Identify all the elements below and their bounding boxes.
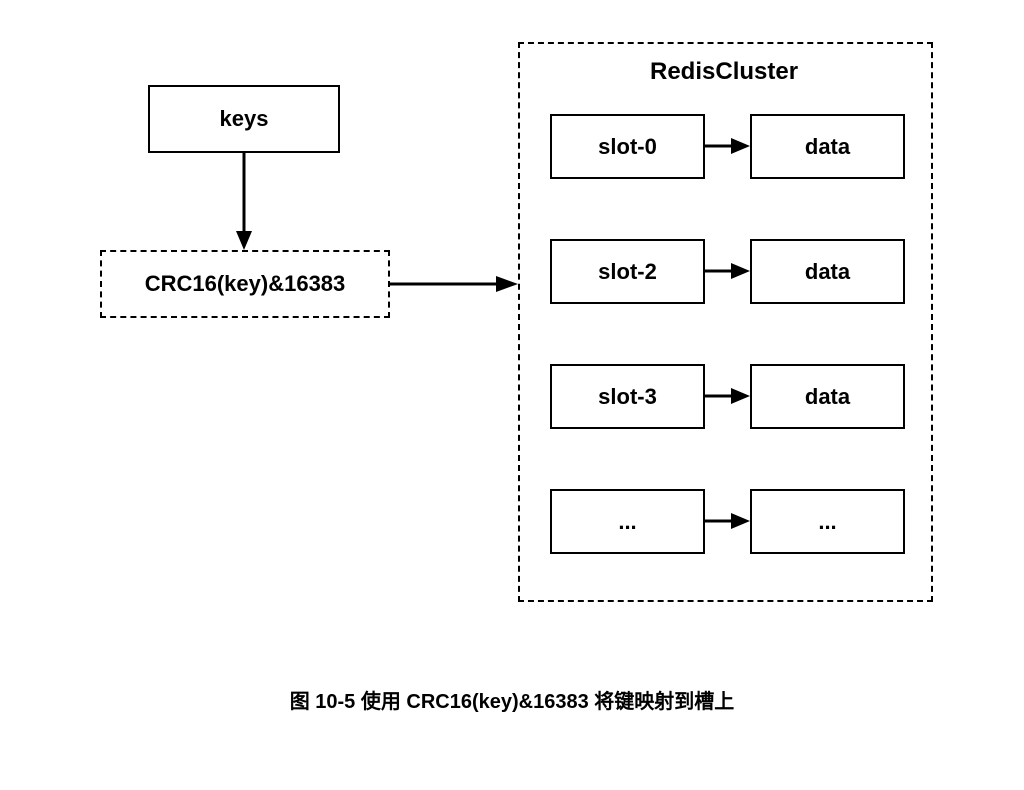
data-box-1: data: [750, 239, 905, 304]
slot-box-3: ...: [550, 489, 705, 554]
cluster-title: RedisCluster: [650, 58, 798, 86]
slot-label-2: slot-3: [598, 384, 657, 410]
keys-label: keys: [220, 106, 269, 132]
hash-box: CRC16(key)&16383: [100, 250, 390, 318]
figure-caption: 图 10-5 使用 CRC16(key)&16383 将键映射到槽上: [0, 685, 1024, 714]
data-box-2: data: [750, 364, 905, 429]
slot-label-1: slot-2: [598, 259, 657, 285]
data-label-3: ...: [818, 509, 836, 535]
slot-box-1: slot-2: [550, 239, 705, 304]
arrow-slot-3: [705, 521, 750, 523]
cluster-container: RedisCluster slot-0 data slot-2 data slo…: [518, 42, 933, 602]
arrow-slot-1: [705, 271, 750, 273]
slot-box-2: slot-3: [550, 364, 705, 429]
arrow-slot-0: [705, 146, 750, 148]
arrow-keys-to-hash: [244, 153, 246, 250]
slot-box-0: slot-0: [550, 114, 705, 179]
keys-box: keys: [148, 85, 340, 153]
data-label-1: data: [805, 259, 850, 285]
data-box-0: data: [750, 114, 905, 179]
data-label-0: data: [805, 134, 850, 160]
data-label-2: data: [805, 384, 850, 410]
data-box-3: ...: [750, 489, 905, 554]
arrow-slot-2: [705, 396, 750, 398]
arrow-hash-to-cluster: [390, 284, 518, 286]
hash-label: CRC16(key)&16383: [145, 271, 346, 297]
slot-label-3: ...: [618, 509, 636, 535]
slot-label-0: slot-0: [598, 134, 657, 160]
